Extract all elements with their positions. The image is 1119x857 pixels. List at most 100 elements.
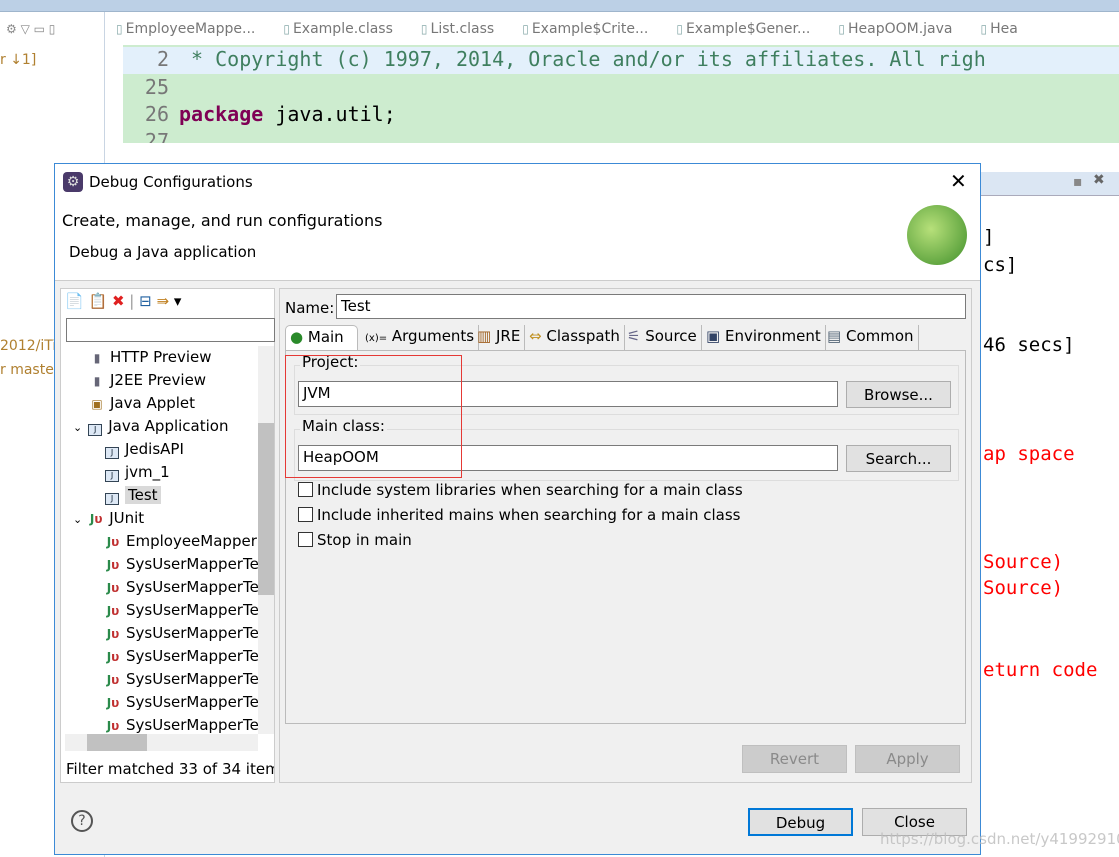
include-inherited-mains-checkbox[interactable]: Include inherited mains when searching f…	[298, 506, 740, 524]
junit-icon: Jυ	[106, 627, 120, 641]
console-line: eturn code	[983, 659, 1098, 681]
tree-item[interactable]: ▮ J2EE Preview	[89, 369, 206, 392]
dialog-title: Debug Configurations	[89, 173, 253, 191]
junit-icon: Jυ	[106, 558, 120, 572]
close-icon[interactable]: ✕	[950, 169, 967, 193]
filter-input[interactable]	[66, 318, 275, 342]
tab-common[interactable]: ▤ Common	[823, 325, 919, 350]
help-icon[interactable]: ?	[71, 810, 93, 832]
junit-icon: Jυ	[89, 512, 103, 526]
editor-tab[interactable]: Example$Crite...	[512, 21, 666, 37]
console-line: ]	[983, 226, 995, 248]
tree-item[interactable]: Jυ SysUserMapperTe	[105, 714, 258, 734]
config-editor-panel: Name: Test ● Main (x)= Arguments ▥ JRE ⇔…	[279, 288, 972, 783]
tree-item[interactable]: ⌄ J Java Application	[73, 415, 228, 438]
debug-button[interactable]: Debug	[748, 808, 853, 836]
config-tree-panel: 📄 📋 ✖ | ⊟ ⇛ ▾ ▮ HTTP Preview ▮ J2EE Preview…	[60, 288, 275, 783]
console-line: ap space	[983, 443, 1075, 465]
tree-item[interactable]: ⌄ Jυ JUnit	[73, 507, 144, 530]
revert-button[interactable]: Revert	[742, 745, 847, 773]
vertical-scrollbar[interactable]	[258, 346, 274, 734]
editor-tabs: EmployeeMappe... Example.class List.clas…	[106, 12, 1119, 45]
highlight-annotation	[285, 355, 462, 478]
code-line: 26 package java.util;	[144, 102, 396, 126]
minimize-icon[interactable]: ▪	[1073, 174, 1083, 190]
java-app-icon: J	[105, 493, 119, 505]
dialog-heading: Create, manage, and run configurations	[62, 211, 383, 230]
junit-icon: Jυ	[106, 604, 120, 618]
tree-item[interactable]: Jυ SysUserMapperTe	[105, 645, 258, 668]
java-app-icon: J	[105, 447, 119, 459]
stop-in-main-checkbox[interactable]: Stop in main	[298, 531, 412, 549]
console-toolbar: ▪ ✖	[981, 172, 1119, 196]
bug-icon	[907, 205, 967, 265]
name-field[interactable]: Test	[336, 294, 966, 319]
include-system-libraries-checkbox[interactable]: Include system libraries when searching …	[298, 481, 743, 499]
chevron-down-icon[interactable]: ⌄	[73, 421, 82, 434]
tab-arguments[interactable]: (x)= Arguments	[361, 325, 480, 350]
new-config-icon[interactable]: 📄	[65, 292, 84, 310]
tree-item[interactable]: Jυ EmployeeMapper	[105, 530, 257, 553]
chevron-down-icon[interactable]: ▾	[174, 292, 182, 310]
browse-button[interactable]: Browse...	[846, 381, 951, 408]
code-line: 25	[144, 75, 169, 99]
chevron-down-icon[interactable]: ⌄	[73, 513, 82, 526]
watermark: https://blog.csdn.net/y41992910	[880, 830, 1119, 848]
tree-item[interactable]: Jjvm_1	[105, 461, 170, 484]
editor-tab[interactable]: List.class	[411, 21, 512, 37]
tab-jre[interactable]: ▥ JRE	[473, 325, 526, 350]
dialog-header: Create, manage, and run configurations D…	[55, 201, 980, 281]
config-tree: ▮ HTTP Preview ▮ J2EE Preview ▣ Java Applet ⌄ J…	[61, 346, 258, 734]
console-line: 46 secs]	[983, 334, 1075, 356]
junit-icon: Jυ	[106, 673, 120, 687]
console-line: Source)	[983, 577, 1064, 599]
duplicate-icon[interactable]: 📋	[88, 292, 107, 310]
main-toolbar	[0, 0, 1119, 12]
editor-tab[interactable]: Example$Gener...	[666, 21, 828, 37]
console-line: cs]	[983, 254, 1018, 276]
tree-item[interactable]: Jυ SysUserMapperTe	[105, 691, 258, 714]
tree-item[interactable]: Jυ SysUserMapperTe	[105, 622, 258, 645]
filter-status: Filter matched 33 of 34 items	[66, 760, 274, 778]
tab-classpath[interactable]: ⇔ Classpath	[525, 325, 625, 350]
name-label: Name:	[285, 299, 335, 317]
editor-tab[interactable]: HeapOOM.java	[828, 21, 970, 37]
code-line: 27	[144, 129, 169, 143]
tree-item[interactable]: Jυ SysUserMapperTe	[105, 668, 258, 691]
tab-source[interactable]: ⚟ Source	[623, 325, 702, 350]
junit-icon: Jυ	[106, 535, 120, 549]
junit-icon: Jυ	[106, 696, 120, 710]
tree-item[interactable]: J JedisAPI	[105, 438, 184, 461]
server-icon: ▮	[93, 374, 101, 388]
title-bar: ⚙ Debug Configurations ✕	[55, 164, 980, 201]
code-line: 2 * Copyright (c) 1997, 2014, Oracle and…	[123, 47, 1119, 74]
view-menu-icons[interactable]: ⚙ ▽ ▭ ▯	[6, 22, 55, 36]
tree-item[interactable]: ▮ HTTP Preview	[89, 346, 212, 369]
tree-toolbar: 📄 📋 ✖ | ⊟ ⇛ ▾	[65, 292, 182, 310]
tab-environment[interactable]: ▣ Environment	[702, 325, 826, 350]
editor-tab[interactable]: EmployeeMappe...	[106, 21, 273, 37]
editor-tab[interactable]: Example.class	[273, 21, 411, 37]
filter-icon[interactable]: ⇛	[157, 292, 170, 310]
main-tab-content: Project: JVM Browse... Main class: HeapO…	[285, 350, 966, 724]
horizontal-scrollbar[interactable]	[65, 734, 258, 751]
java-app-icon: J	[105, 470, 119, 482]
delete-icon[interactable]: ✖	[112, 292, 125, 310]
tree-item[interactable]: Jυ SysUserMapperTe	[105, 576, 258, 599]
close-icon[interactable]: ✖	[1093, 172, 1105, 188]
tree-item[interactable]: ▣ Java Applet	[89, 392, 195, 415]
tab-main[interactable]: ● Main	[285, 325, 358, 350]
apply-button[interactable]: Apply	[855, 745, 960, 773]
search-button[interactable]: Search...	[846, 445, 951, 472]
code-editor[interactable]: 2 * Copyright (c) 1997, 2014, Oracle and…	[123, 45, 1119, 143]
tree-item[interactable]: Jυ SysUserMapperTe	[105, 599, 258, 622]
scroll-thumb[interactable]	[87, 734, 147, 751]
tree-fragment: r ↓1]	[0, 52, 37, 68]
editor-tab[interactable]: Hea	[971, 21, 1036, 37]
collapse-all-icon[interactable]: ⊟	[139, 292, 152, 310]
console-line: Source)	[983, 551, 1064, 573]
debug-gear-icon: ⚙	[63, 172, 83, 192]
tree-item[interactable]: J Test	[105, 484, 161, 507]
scroll-thumb[interactable]	[258, 423, 274, 595]
tree-item[interactable]: Jυ SysUserMapperTe	[105, 553, 258, 576]
